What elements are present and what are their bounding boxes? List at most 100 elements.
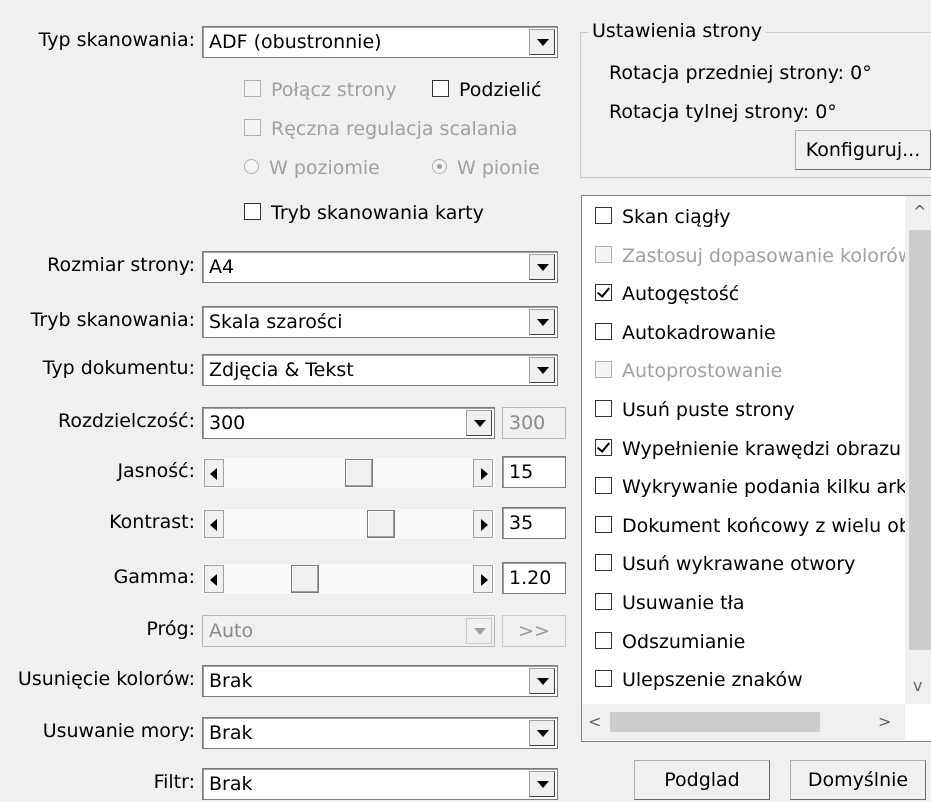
filter-label: Filtr:: [153, 771, 195, 793]
checkbox-box: [595, 593, 612, 610]
scroll-right-icon[interactable]: >: [878, 712, 891, 731]
horizontal-radio[interactable]: W poziomie: [244, 153, 380, 183]
resolution-label: Rozdzielczość:: [57, 410, 195, 432]
contrast-label: Kontrast:: [109, 511, 195, 533]
contrast-slider[interactable]: [202, 509, 495, 539]
arrow-right-icon[interactable]: [473, 459, 493, 487]
option-label: Autoprostowanie: [622, 360, 783, 383]
merge-pages-checkbox[interactable]: Połącz strony: [244, 75, 397, 105]
chevron-down-icon[interactable]: [466, 410, 492, 436]
scan-mode-select[interactable]: Skala szarości: [202, 306, 558, 338]
split-checkbox[interactable]: Podzielić: [432, 75, 541, 105]
color-drop-value: Brak: [209, 670, 253, 692]
options-list[interactable]: Skan ciągły Zastosuj dopasowanie kolorów A…: [581, 195, 931, 742]
resolution-value: 300: [209, 412, 246, 434]
checkbox-box: [595, 554, 612, 572]
chevron-down-icon[interactable]: [529, 668, 555, 694]
option-checkbox[interactable]: Autokadrowanie: [595, 318, 776, 348]
option-label: Usuń puste strony: [622, 399, 795, 421]
chevron-down-icon[interactable]: [529, 309, 555, 335]
filter-select[interactable]: Brak: [202, 768, 558, 800]
option-checkbox[interactable]: Ulepszenie znaków: [595, 665, 803, 695]
brightness-slider[interactable]: [202, 458, 495, 488]
vertical-scroll-thumb[interactable]: [909, 230, 931, 650]
option-checkbox[interactable]: Usuń wykrawane otwory: [595, 549, 855, 579]
page-size-select[interactable]: A4: [202, 251, 558, 283]
checkmark-icon: [595, 438, 612, 456]
page-size-value: A4: [209, 256, 235, 278]
option-label: Autogęstość: [622, 283, 740, 306]
checkbox-box: [595, 207, 612, 224]
horizontal-scrollbar[interactable]: < >: [582, 704, 905, 740]
configure-button[interactable]: Konfiguruj...: [795, 130, 931, 170]
radio-circle: [244, 159, 259, 174]
moire-select[interactable]: Brak: [202, 717, 558, 749]
resolution-custom-field[interactable]: 300: [502, 407, 566, 439]
arrow-left-icon[interactable]: [204, 510, 224, 538]
option-checkbox[interactable]: Usuń puste strony: [595, 395, 795, 425]
brightness-slider-thumb[interactable]: [345, 459, 373, 487]
option-checkbox[interactable]: Autogęstość: [595, 279, 739, 309]
scroll-down-icon[interactable]: v: [913, 676, 922, 695]
defaults-button[interactable]: Domyślnie: [790, 760, 926, 800]
chevron-down-icon[interactable]: [466, 618, 492, 644]
checkbox-box: [595, 245, 612, 263]
scan-type-label: Typ skanowania:: [38, 29, 195, 51]
color-drop-label: Usunięcie kolorów:: [17, 668, 195, 690]
scan-type-select[interactable]: ADF (obustronnie): [202, 26, 558, 58]
gamma-field[interactable]: 1.20: [502, 562, 566, 594]
chevron-down-icon[interactable]: [529, 254, 555, 280]
color-drop-select[interactable]: Brak: [202, 665, 558, 697]
option-checkbox[interactable]: Skan ciągły: [595, 202, 731, 232]
threshold-more-button[interactable]: >>: [502, 615, 566, 647]
merge-pages-label: Połącz strony: [271, 79, 397, 101]
chevron-down-icon[interactable]: [529, 771, 555, 797]
option-checkbox[interactable]: Zastosuj dopasowanie kolorów: [595, 241, 913, 271]
threshold-select[interactable]: Auto: [202, 615, 495, 647]
checkbox-box: [244, 119, 261, 136]
checkmark-icon: [595, 284, 612, 302]
card-mode-checkbox[interactable]: Tryb skanowania karty: [244, 198, 484, 228]
checkbox-box: [595, 322, 612, 340]
arrow-right-icon[interactable]: [473, 565, 493, 593]
scroll-up-icon[interactable]: ^: [913, 202, 926, 221]
vertical-radio[interactable]: W pionie: [432, 153, 540, 183]
preview-button[interactable]: Podglad: [634, 760, 770, 800]
option-checkbox[interactable]: Wykrywanie podania kilku arkuszy: [595, 472, 931, 502]
contrast-slider-thumb[interactable]: [367, 510, 395, 538]
filter-value: Brak: [209, 773, 253, 795]
gamma-slider[interactable]: [202, 564, 495, 594]
option-label: Skan ciągły: [622, 206, 731, 228]
chevron-down-icon[interactable]: [529, 357, 555, 383]
moire-value: Brak: [209, 722, 253, 744]
option-checkbox[interactable]: Odszumianie: [595, 627, 745, 657]
gamma-slider-thumb[interactable]: [291, 565, 319, 593]
checkbox-box: [244, 203, 261, 220]
horizontal-scroll-thumb[interactable]: [610, 712, 820, 732]
brightness-field[interactable]: 15: [502, 456, 566, 488]
arrow-right-icon[interactable]: [473, 510, 493, 538]
checkbox-box: [595, 361, 612, 379]
back-rotation-text: Rotacja tylnej strony: 0°: [609, 101, 837, 123]
resolution-select[interactable]: 300: [202, 407, 495, 439]
chevron-down-icon[interactable]: [529, 720, 555, 746]
contrast-field[interactable]: 35: [502, 507, 566, 539]
option-checkbox[interactable]: Autoprostowanie: [595, 356, 782, 386]
vertical-scrollbar[interactable]: ^ v: [905, 196, 931, 704]
manual-merge-checkbox[interactable]: Ręczna regulacja scalania: [244, 114, 517, 144]
chevron-down-icon[interactable]: [529, 29, 555, 55]
arrow-left-icon[interactable]: [204, 459, 224, 487]
arrow-left-icon[interactable]: [204, 565, 224, 593]
option-label: Wypełnienie krawędzi obrazu: [622, 437, 902, 460]
card-mode-label: Tryb skanowania karty: [271, 202, 484, 224]
front-rotation-text: Rotacja przedniej strony: 0°: [609, 62, 872, 84]
option-checkbox[interactable]: Usuwanie tła: [595, 588, 745, 618]
option-checkbox[interactable]: Wypełnienie krawędzi obrazu: [595, 434, 901, 464]
doc-type-select[interactable]: Zdjęcia & Tekst: [202, 354, 558, 386]
gamma-label: Gamma:: [113, 566, 195, 588]
radio-circle-selected: [432, 159, 447, 174]
option-checkbox[interactable]: Dokument końcowy z wielu obrazów: [595, 511, 931, 541]
scroll-left-icon[interactable]: <: [588, 712, 601, 731]
option-label: Zastosuj dopasowanie kolorów: [622, 244, 914, 267]
option-label: Usuń wykrawane otwory: [622, 553, 856, 576]
